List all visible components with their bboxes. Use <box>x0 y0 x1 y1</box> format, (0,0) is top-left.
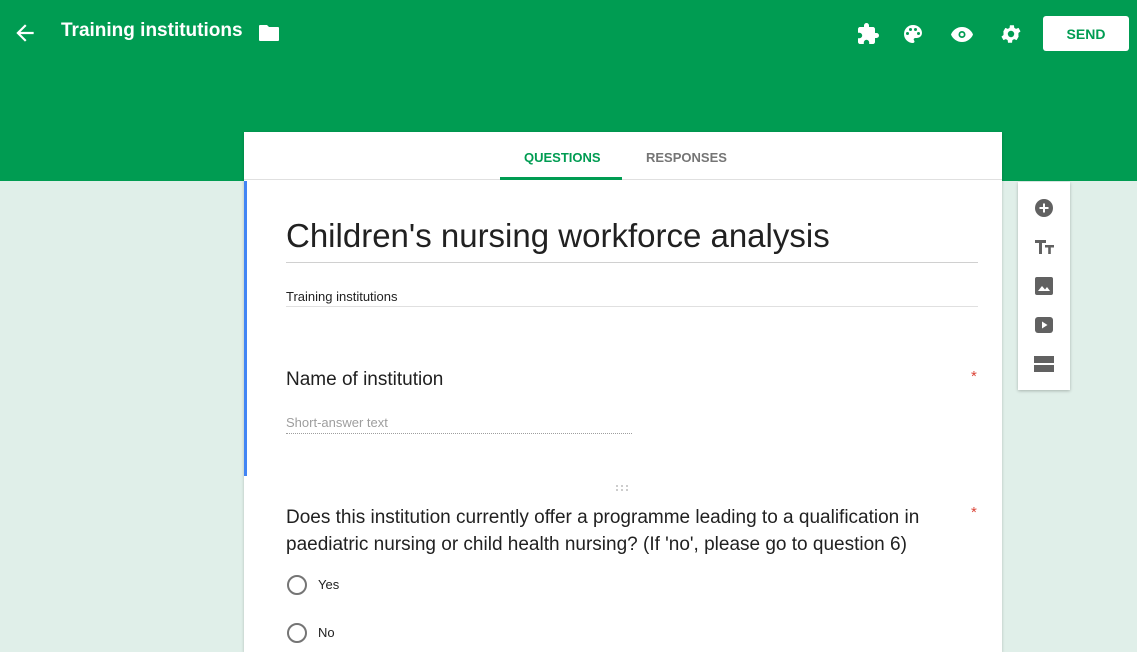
radio-button[interactable] <box>287 575 307 595</box>
title-divider <box>286 262 978 263</box>
radio-button[interactable] <box>287 623 307 643</box>
top-app-bar: Training institutions SEND <box>0 0 1137 64</box>
add-title-icon[interactable] <box>1032 235 1056 259</box>
add-video-icon[interactable] <box>1032 313 1056 337</box>
form-title[interactable]: Children's nursing workforce analysis <box>286 217 830 255</box>
add-image-icon[interactable] <box>1032 274 1056 298</box>
description-divider <box>286 306 978 307</box>
side-toolbar <box>1018 182 1070 390</box>
short-answer-underline <box>286 433 632 434</box>
required-asterisk: * <box>971 368 977 385</box>
tab-bar: QUESTIONS RESPONSES <box>244 132 1002 180</box>
send-button[interactable]: SEND <box>1043 16 1129 51</box>
add-section-icon[interactable] <box>1032 352 1056 376</box>
add-question-icon[interactable] <box>1032 196 1056 220</box>
active-tab-indicator <box>500 177 622 180</box>
required-asterisk: * <box>971 504 977 521</box>
preview-eye-icon[interactable] <box>950 22 974 46</box>
form-description[interactable]: Training institutions <box>286 289 398 304</box>
question-title[interactable]: Name of institution <box>286 369 443 391</box>
app-title: Training institutions <box>61 20 243 41</box>
tab-questions[interactable]: QUESTIONS <box>524 150 601 165</box>
question-title[interactable]: Does this institution currently offer a … <box>286 504 966 558</box>
option-label: Yes <box>318 577 340 592</box>
tab-responses[interactable]: RESPONSES <box>646 150 727 165</box>
short-answer-placeholder: Short-answer text <box>286 415 388 430</box>
settings-gear-icon[interactable] <box>999 22 1023 46</box>
addons-puzzle-icon[interactable] <box>856 22 880 46</box>
back-arrow-icon[interactable] <box>12 20 38 46</box>
focus-indicator <box>244 181 247 476</box>
drag-handle-icon[interactable] <box>615 484 629 495</box>
option-label: No <box>318 625 335 640</box>
form-card: QUESTIONS RESPONSES Children's nursing w… <box>244 132 1002 652</box>
folder-icon[interactable] <box>258 24 280 42</box>
palette-icon[interactable] <box>901 22 925 46</box>
